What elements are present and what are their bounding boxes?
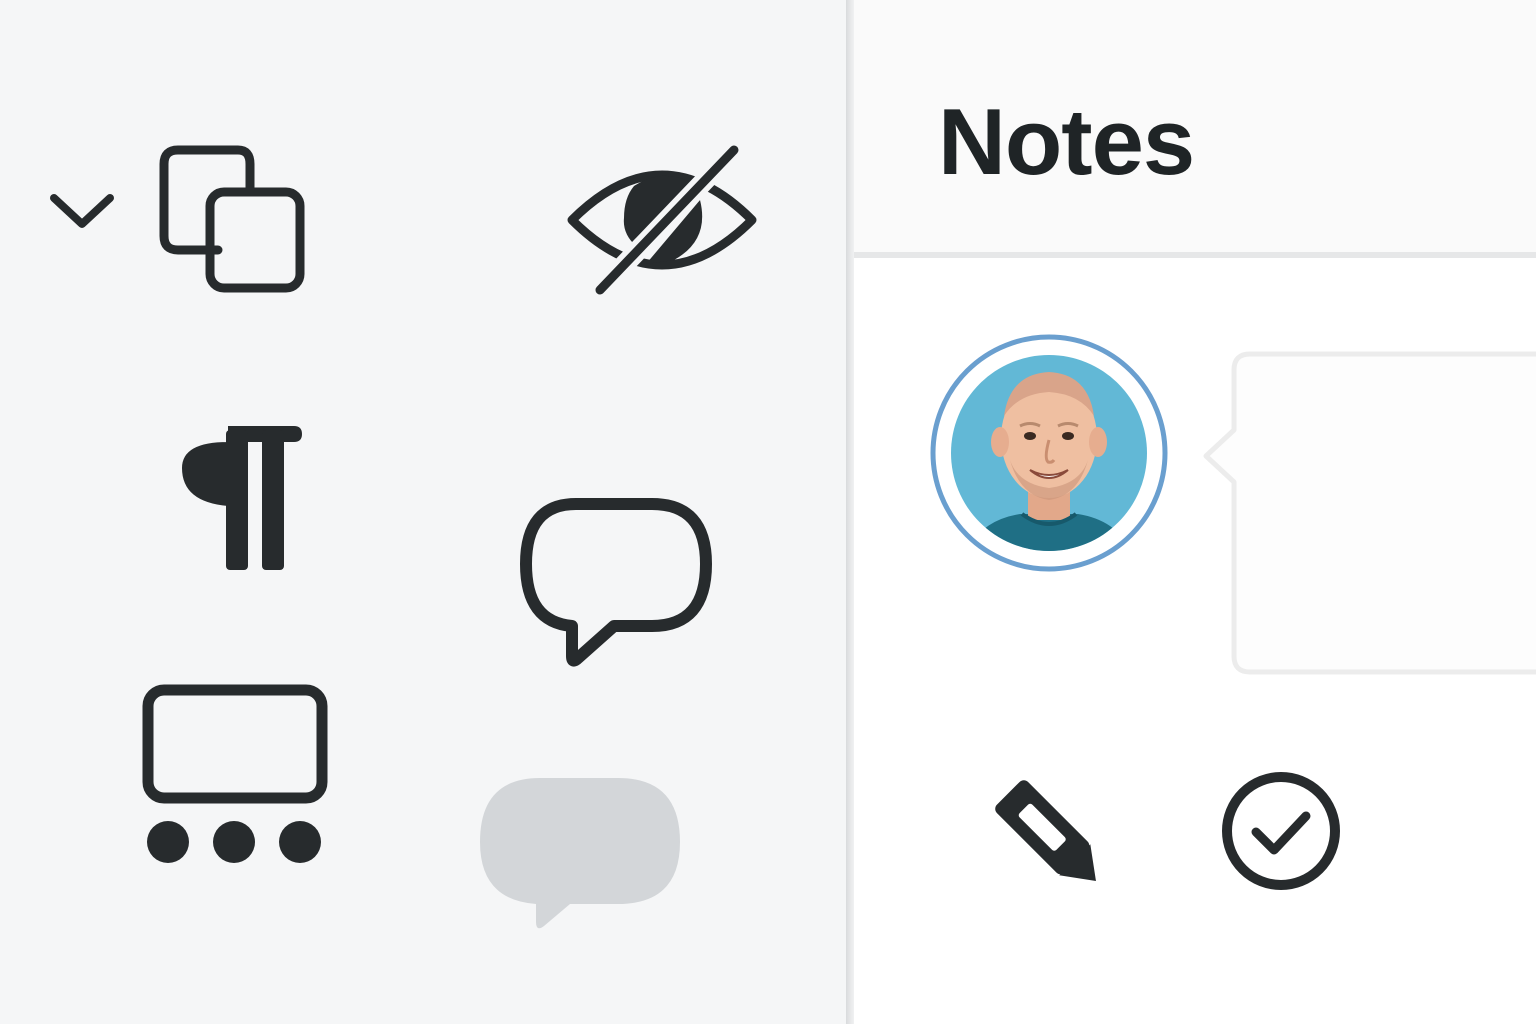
- chevron-down-icon[interactable]: [46, 186, 118, 234]
- notes-header: Notes: [854, 0, 1536, 252]
- note-card[interactable]: [1200, 350, 1536, 676]
- panel-divider[interactable]: [846, 0, 854, 1024]
- comment-muted-icon[interactable]: [478, 776, 682, 932]
- eye-off-icon[interactable]: [562, 140, 762, 300]
- copy-icon[interactable]: [152, 138, 312, 300]
- resolve-check-icon[interactable]: [1218, 768, 1344, 894]
- page-title: Notes: [938, 89, 1195, 194]
- header-divider: [854, 252, 1536, 258]
- slides-more-icon[interactable]: [140, 682, 330, 866]
- left-toolbar-panel: [0, 0, 846, 1024]
- paragraph-icon[interactable]: [176, 420, 306, 576]
- avatar[interactable]: [930, 334, 1168, 572]
- edit-pencil-icon[interactable]: [992, 778, 1108, 892]
- comment-icon[interactable]: [516, 492, 716, 672]
